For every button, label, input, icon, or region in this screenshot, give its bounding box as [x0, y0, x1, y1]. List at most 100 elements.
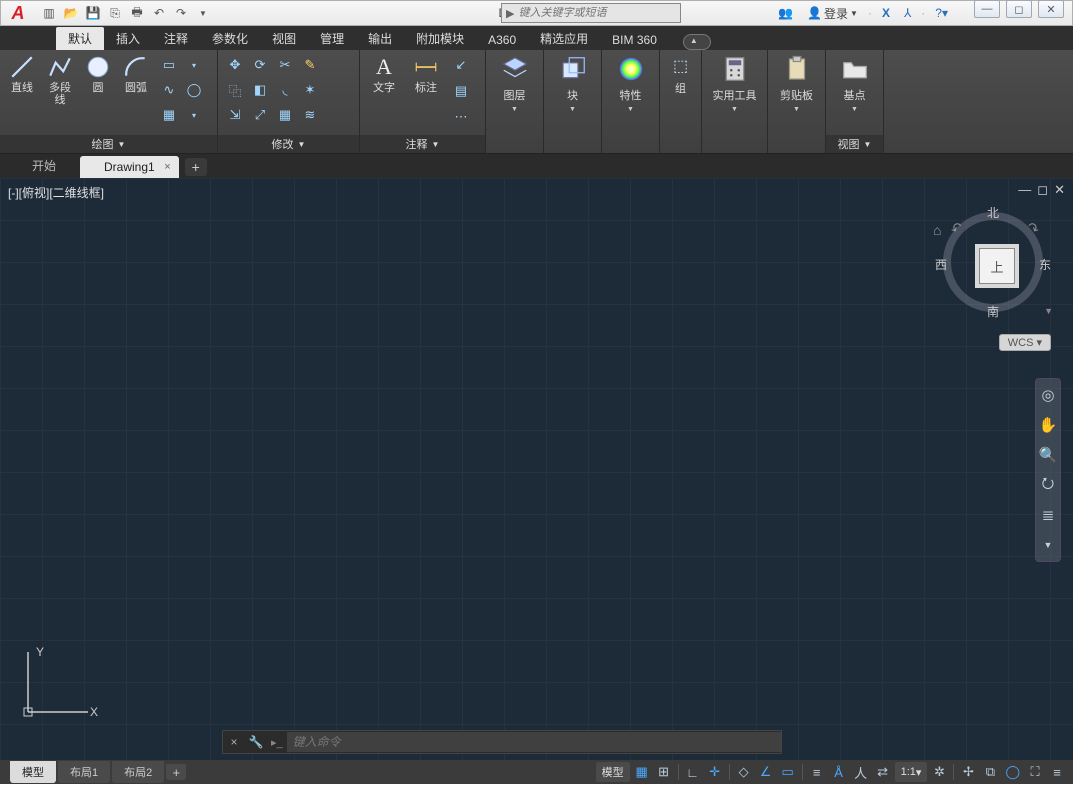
- gear-icon[interactable]: ✲: [929, 762, 949, 782]
- orbit-icon[interactable]: ⭮: [1038, 475, 1058, 495]
- isodraft-icon[interactable]: ◇: [734, 762, 754, 782]
- rotate-icon[interactable]: ⟳: [249, 54, 271, 76]
- viewcube-menu-icon[interactable]: ▼: [1044, 306, 1053, 316]
- model-viewport[interactable]: [-][俯视][二维线框] — ◻ ✕ ⌂ ↶ ↶ 上 北 南 东 西 ▼ WC…: [0, 178, 1073, 760]
- explode-icon[interactable]: ✶: [299, 79, 321, 101]
- vp-close-icon[interactable]: ✕: [1054, 182, 1065, 198]
- polar-icon[interactable]: ✛: [705, 762, 725, 782]
- hatch-icon[interactable]: ▦: [158, 104, 180, 126]
- vp-maximize-icon[interactable]: ◻: [1037, 182, 1048, 198]
- erase-icon[interactable]: ✎: [299, 54, 321, 76]
- rectangle-dd-icon[interactable]: ▾: [183, 54, 205, 76]
- tab-parametric[interactable]: 参数化: [200, 27, 260, 50]
- viewport-controls-label[interactable]: [-][俯视][二维线框]: [8, 184, 104, 201]
- clipboard-button[interactable]: 剪贴板▼: [774, 54, 819, 113]
- tab-a360[interactable]: A360: [476, 30, 528, 50]
- tab-close-icon[interactable]: ×: [164, 161, 170, 173]
- lineweight-icon[interactable]: ≡: [807, 762, 827, 782]
- qat-dropdown-icon[interactable]: ▼: [193, 3, 213, 23]
- exchange-a-icon[interactable]: ⅄: [900, 4, 915, 22]
- trim-icon[interactable]: ✂: [274, 54, 296, 76]
- tab-output[interactable]: 输出: [356, 27, 404, 50]
- spline-icon[interactable]: ∿: [158, 79, 180, 101]
- ribbon-state-toggle[interactable]: [683, 34, 711, 50]
- annovis-icon[interactable]: 人: [851, 762, 871, 782]
- leader-icon[interactable]: ↙: [450, 54, 472, 76]
- pan-icon[interactable]: ✋: [1038, 415, 1058, 435]
- undo-icon[interactable]: ↶: [149, 3, 169, 23]
- exchange-x-icon[interactable]: X: [878, 4, 894, 22]
- utilities-button[interactable]: 实用工具▼: [710, 54, 760, 113]
- command-line[interactable]: × 🔧 ▸_: [222, 730, 782, 754]
- fillet-icon[interactable]: ◟: [274, 79, 296, 101]
- viewcube-east[interactable]: 东: [1039, 256, 1051, 273]
- viewcube-west[interactable]: 西: [935, 256, 947, 273]
- full-nav-wheel-icon[interactable]: ◎: [1038, 385, 1058, 405]
- ortho-icon[interactable]: ∟: [683, 762, 703, 782]
- panel-modify-label[interactable]: 修改▼: [218, 135, 359, 153]
- array-icon[interactable]: ▦: [274, 104, 296, 126]
- mirror-icon[interactable]: ◧: [249, 79, 271, 101]
- hardware-accel-icon[interactable]: ◯: [1002, 762, 1023, 782]
- viewcube-south[interactable]: 南: [987, 303, 999, 320]
- app-logo-icon[interactable]: A: [1, 0, 35, 26]
- tab-featured[interactable]: 精选应用: [528, 27, 600, 50]
- close-button[interactable]: ✕: [1038, 0, 1064, 18]
- customize-status-icon[interactable]: ≡: [1047, 762, 1067, 782]
- command-input[interactable]: [287, 732, 781, 752]
- cleanscreen-icon[interactable]: ⛶: [1025, 762, 1045, 782]
- open-icon[interactable]: 📂: [61, 3, 81, 23]
- tab-manage[interactable]: 管理: [308, 27, 356, 50]
- offset-icon[interactable]: ≋: [299, 104, 321, 126]
- model-space-button[interactable]: 模型: [596, 762, 630, 782]
- annotate-more-icon[interactable]: ⋯: [450, 106, 472, 128]
- tab-bim360[interactable]: BIM 360: [600, 30, 669, 50]
- table-icon[interactable]: ▤: [450, 80, 472, 102]
- layers-button[interactable]: 图层▼: [492, 54, 537, 113]
- navbar-dd-icon[interactable]: ▼: [1038, 535, 1058, 555]
- infocenter-icon[interactable]: 👥: [774, 4, 797, 22]
- save-icon[interactable]: 💾: [83, 3, 103, 23]
- help-icon[interactable]: ?▾: [931, 4, 952, 22]
- polyline-button[interactable]: 多段线: [44, 54, 76, 106]
- basepoint-button[interactable]: 基点▼: [832, 54, 877, 113]
- zoom-extents-icon[interactable]: 🔍: [1038, 445, 1058, 465]
- scale-icon[interactable]: ⤢: [249, 104, 271, 126]
- sign-in-button[interactable]: 👤登录▼: [803, 3, 862, 24]
- panel-draw-label[interactable]: 绘图▼: [0, 135, 217, 153]
- workspace-icon[interactable]: ✢: [958, 762, 978, 782]
- tab-addins[interactable]: 附加模块: [404, 27, 476, 50]
- drawing-tab[interactable]: Drawing1×: [80, 156, 179, 178]
- add-layout-button[interactable]: +: [166, 764, 186, 780]
- rectangle-icon[interactable]: ▭: [158, 54, 180, 76]
- stretch-icon[interactable]: ⇲: [224, 104, 246, 126]
- help-search-input[interactable]: [518, 7, 658, 19]
- circle-button[interactable]: 圆: [82, 54, 114, 94]
- viewcube-home-icon[interactable]: ⌂: [933, 222, 941, 238]
- annoscale-icon[interactable]: Å: [829, 762, 849, 782]
- tab-view[interactable]: 视图: [260, 27, 308, 50]
- showmotion-icon[interactable]: ≣: [1038, 505, 1058, 525]
- panel-annotate-label[interactable]: 注释▼: [360, 135, 485, 153]
- snap-toggle-icon[interactable]: ⊞: [654, 762, 674, 782]
- viewcube-top-face[interactable]: 上: [979, 248, 1015, 284]
- start-tab[interactable]: 开始: [8, 153, 80, 178]
- view-cube[interactable]: ⌂ ↶ ↶ 上 北 南 东 西 ▼: [933, 202, 1053, 322]
- move-icon[interactable]: ✥: [224, 54, 246, 76]
- new-icon[interactable]: ▥: [39, 3, 59, 23]
- otrack-icon[interactable]: ▭: [778, 762, 798, 782]
- tab-default[interactable]: 默认: [56, 27, 104, 50]
- tab-annotate[interactable]: 注释: [152, 27, 200, 50]
- annoauto-icon[interactable]: ⇄: [873, 762, 893, 782]
- group-button[interactable]: ⬚ 组: [673, 56, 688, 96]
- wcs-badge[interactable]: WCS ▾: [999, 334, 1051, 351]
- block-button[interactable]: 块▼: [550, 54, 595, 113]
- ucs-icon[interactable]: Y X: [18, 642, 98, 722]
- ellipse-icon[interactable]: ◯: [183, 79, 205, 101]
- hatch-dd-icon[interactable]: ▾: [183, 104, 205, 126]
- redo-icon[interactable]: ↷: [171, 3, 191, 23]
- model-tab[interactable]: 模型: [10, 761, 56, 783]
- viewcube-north[interactable]: 北: [987, 204, 999, 221]
- layout1-tab[interactable]: 布局1: [58, 761, 110, 783]
- line-button[interactable]: 直线: [6, 54, 38, 94]
